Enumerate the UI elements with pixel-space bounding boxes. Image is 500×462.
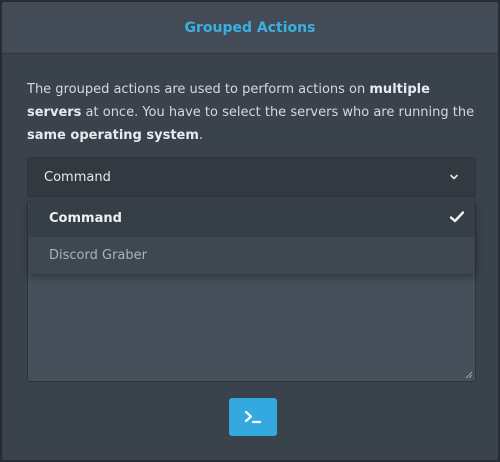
dropdown-option-discord-graber[interactable]: Discord Graber	[29, 237, 475, 274]
action-select-value: Command	[44, 169, 111, 185]
grouped-actions-panel: Grouped Actions The grouped actions are …	[2, 2, 498, 460]
description-part-2: at once. You have to select the servers …	[81, 105, 475, 120]
resize-grip-icon[interactable]	[465, 371, 473, 379]
description-part-1: The grouped actions are used to perform …	[27, 82, 370, 97]
dropdown-option-label: Discord Graber	[49, 248, 147, 263]
description-part-3: .	[198, 128, 204, 143]
check-icon	[449, 211, 465, 223]
action-dropdown-menu: Command Discord Graber	[29, 200, 475, 274]
chevron-down-icon	[450, 174, 458, 180]
execute-button[interactable]	[229, 398, 277, 436]
description-bold-same-os: same operating system	[27, 128, 199, 143]
panel-header: Grouped Actions	[2, 2, 498, 54]
terminal-icon	[244, 410, 262, 424]
dropdown-option-command[interactable]: Command	[29, 200, 475, 237]
action-select[interactable]: Command	[27, 157, 476, 197]
dropdown-option-label: Command	[49, 211, 122, 226]
panel-title: Grouped Actions	[184, 19, 316, 36]
description-text: The grouped actions are used to perform …	[27, 78, 477, 147]
